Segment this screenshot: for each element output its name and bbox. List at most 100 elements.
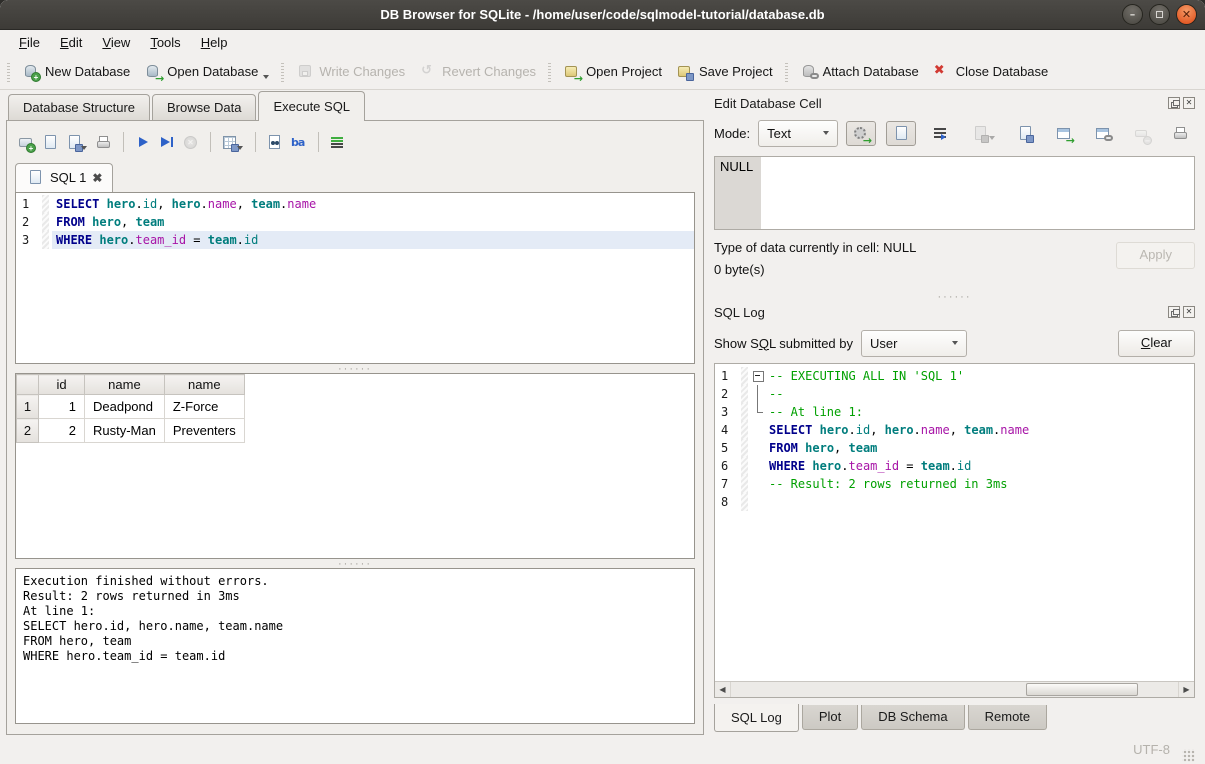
stop-execution-button xyxy=(182,134,200,151)
open-database-button[interactable]: Open Database xyxy=(137,59,276,84)
execute-current-line-button[interactable] xyxy=(158,134,176,151)
tab-sql-log[interactable]: SQL Log xyxy=(714,704,799,732)
fold-marker-icon[interactable] xyxy=(751,367,765,385)
tab-browse-data[interactable]: Browse Data xyxy=(152,94,256,121)
tab-plot[interactable]: Plot xyxy=(802,705,858,730)
menu-tools[interactable]: Tools xyxy=(141,33,189,52)
table-cell[interactable]: 1 xyxy=(39,395,85,419)
menu-help[interactable]: Help xyxy=(192,33,237,52)
execution-message: Execution finished without errors. Resul… xyxy=(16,569,694,669)
resize-grip[interactable] xyxy=(1182,749,1195,762)
word-wrap-button[interactable] xyxy=(927,121,955,146)
close-button[interactable]: ✕ xyxy=(1176,4,1197,25)
write-changes-label: Write Changes xyxy=(319,64,405,79)
code-text: SELECT hero.id, hero.name, team.name xyxy=(52,195,694,213)
column-header-name[interactable]: name xyxy=(164,375,244,395)
sql-tab-label: SQL 1 xyxy=(50,170,86,185)
scrollbar-thumb[interactable] xyxy=(1026,683,1138,696)
line-number: 3 xyxy=(715,403,741,421)
tab-database-structure[interactable]: Database Structure xyxy=(8,94,150,121)
sql-editor[interactable]: 1SELECT hero.id, hero.name, team.name2FR… xyxy=(15,192,695,364)
mode-select[interactable]: Text xyxy=(758,120,838,147)
table-cell[interactable]: Preventers xyxy=(164,419,244,443)
gutter-strip xyxy=(741,421,748,439)
open-project-button[interactable]: Open Project xyxy=(556,59,669,84)
corner-header[interactable] xyxy=(17,375,39,395)
find-replace-button[interactable] xyxy=(266,134,284,151)
edit-cell-header: Edit Database Cell xyxy=(714,92,1195,114)
save-sql-file-button[interactable] xyxy=(65,134,89,151)
cell-editor-icons xyxy=(886,121,1195,146)
open-project-label: Open Project xyxy=(586,64,662,79)
new-database-button[interactable]: New Database xyxy=(15,59,137,84)
row-header[interactable]: 2 xyxy=(17,419,39,443)
column-header-id[interactable]: id xyxy=(39,375,85,395)
log-filter-select[interactable]: User xyxy=(861,330,967,357)
line-number: 8 xyxy=(715,493,741,511)
clear-log-button[interactable]: Clear xyxy=(1118,330,1195,357)
copy-with-link-button[interactable] xyxy=(1089,121,1117,146)
auto-completion-button[interactable] xyxy=(290,134,308,151)
scroll-left-icon[interactable]: ◀ xyxy=(715,682,731,697)
close-database-icon xyxy=(933,63,951,80)
stop-execution-icon xyxy=(182,134,200,151)
line-number: 3 xyxy=(16,231,42,249)
execute-current-line-icon xyxy=(158,134,176,151)
open-in-external-button[interactable] xyxy=(1050,121,1078,146)
results-view[interactable]: idnamename 11DeadpondZ-Force22Rusty-ManP… xyxy=(15,373,695,559)
execution-message-area[interactable]: Execution finished without errors. Resul… xyxy=(15,568,695,724)
close-database-label: Close Database xyxy=(956,64,1049,79)
execute-all-button[interactable] xyxy=(134,134,152,151)
cell-log-splitter[interactable]: ······ xyxy=(714,292,1195,301)
sql-log-content[interactable]: 1-- EXECUTING ALL IN 'SQL 1'2--3-- At li… xyxy=(715,364,1194,681)
export-results-button[interactable] xyxy=(221,134,245,151)
sql-log-float-icon[interactable] xyxy=(1168,306,1180,318)
print-sql-button[interactable] xyxy=(95,134,113,151)
window-controls: – ✕ xyxy=(1122,4,1197,25)
table-cell[interactable]: 2 xyxy=(39,419,85,443)
maximize-button[interactable] xyxy=(1149,4,1170,25)
edit-cell-close-icon[interactable] xyxy=(1183,97,1195,109)
print-cell-button[interactable] xyxy=(1167,121,1195,146)
results-body: 11DeadpondZ-Force22Rusty-ManPreventers xyxy=(17,395,245,443)
table-cell[interactable]: Deadpond xyxy=(85,395,165,419)
sql-tab[interactable]: SQL 1 ✖ xyxy=(15,163,113,192)
auto-switch-mode-button[interactable] xyxy=(846,121,876,146)
scroll-right-icon[interactable]: ▶ xyxy=(1178,682,1194,697)
attach-database-button[interactable]: Attach Database xyxy=(793,59,926,84)
menu-view[interactable]: View xyxy=(93,33,139,52)
gutter-strip xyxy=(741,493,748,511)
sql-tab-close-icon[interactable]: ✖ xyxy=(92,172,102,184)
open-sql-file-button[interactable] xyxy=(41,134,59,151)
editor-results-splitter[interactable]: ······ xyxy=(15,364,695,373)
format-sql-button[interactable] xyxy=(329,134,347,151)
export-data-button[interactable] xyxy=(1011,121,1039,146)
open-project-icon xyxy=(563,63,581,80)
sql-log-header: SQL Log xyxy=(714,301,1195,323)
edit-cell-float-icon[interactable] xyxy=(1168,97,1180,109)
tab-remote[interactable]: Remote xyxy=(968,705,1048,730)
menu-edit[interactable]: Edit xyxy=(51,33,91,52)
cell-editor[interactable]: NULL xyxy=(714,156,1195,230)
column-header-name[interactable]: name xyxy=(85,375,165,395)
log-horizontal-scrollbar[interactable]: ◀ ▶ xyxy=(715,681,1194,697)
bottom-tab-bar: SQL LogPlotDB SchemaRemote xyxy=(714,705,1195,735)
save-project-icon xyxy=(676,63,694,80)
text-mode-button[interactable] xyxy=(886,121,916,146)
tab-db-schema[interactable]: DB Schema xyxy=(861,705,964,730)
table-cell[interactable]: Rusty-Man xyxy=(85,419,165,443)
scrollbar-track[interactable] xyxy=(731,682,1178,697)
minimize-button[interactable]: – xyxy=(1122,4,1143,25)
results-message-splitter[interactable]: ······ xyxy=(15,559,695,568)
save-project-button[interactable]: Save Project xyxy=(669,59,780,84)
close-database-button[interactable]: Close Database xyxy=(926,59,1056,84)
results-table[interactable]: idnamename 11DeadpondZ-Force22Rusty-ManP… xyxy=(16,374,245,443)
sql-log-close-icon[interactable] xyxy=(1183,306,1195,318)
mode-value: Text xyxy=(767,126,791,141)
row-header[interactable]: 1 xyxy=(17,395,39,419)
tab-execute-sql[interactable]: Execute SQL xyxy=(258,91,365,121)
chevron-down-icon xyxy=(81,146,87,150)
new-sql-tab-button[interactable] xyxy=(17,134,35,151)
table-cell[interactable]: Z-Force xyxy=(164,395,244,419)
menu-file[interactable]: File xyxy=(10,33,49,52)
